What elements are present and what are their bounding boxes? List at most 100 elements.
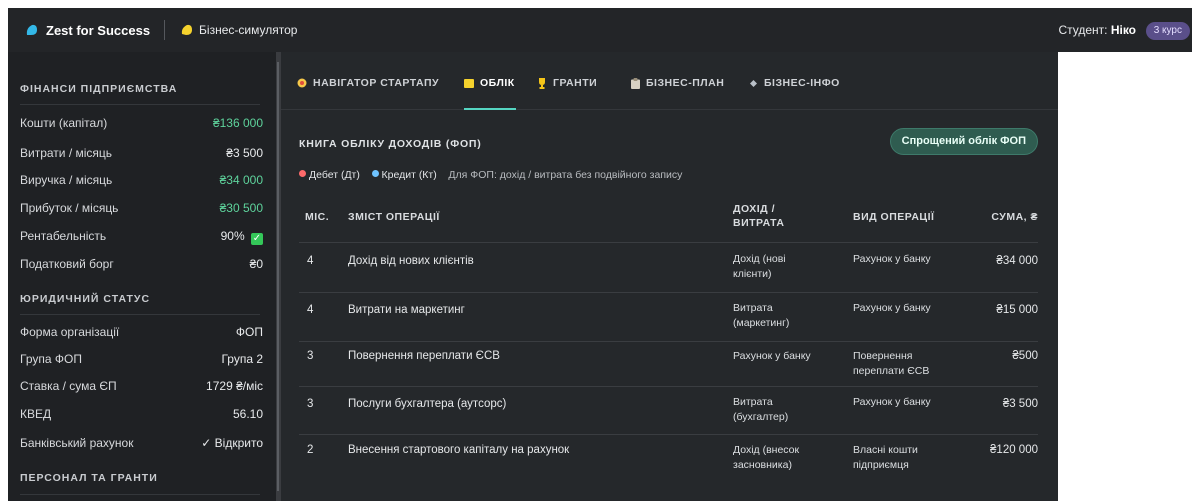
cell-income-line1: Дохід (нові [733,253,786,265]
tab-label: ОБЛІК [480,77,515,89]
row-value: ₴3 500 [226,146,263,160]
tab-grants[interactable]: ГРАНТИ [537,74,597,92]
cell-income-line1: Дохід (внесок [733,444,800,456]
check-icon: ✓ [251,233,263,245]
row-label: Ставка / сума ЄП [20,379,117,393]
legal-row-form: Форма організації ФОП [20,325,263,345]
row-value: 56.10 [232,407,263,421]
credit-dot-icon [371,170,379,177]
row-value: ✓ Відкрито [201,436,263,450]
tab-ledger[interactable]: ОБЛІК [464,74,515,92]
blank-area [1058,52,1192,501]
cell-type-line1: Рахунок у банку [853,396,931,408]
active-tab-indicator [464,108,516,110]
clipboard-icon [631,77,640,89]
cell-operation-type: Рахунок у банку [853,252,931,267]
cell-amount: ₴15 000 [996,304,1038,316]
ledger-legend: Дебет (Дт) Кредит (Кт) Для ФОП: дохід / … [299,169,682,181]
cell-operation-type: Рахунок у банку [853,395,931,410]
row-value: ₴34 000 [219,173,263,187]
tab-bar: НАВІГАТОР СТАРТАПУ ОБЛІК ГРАНТИ БІЗНЕС-П… [281,52,1058,110]
cell-month: 3 [307,398,314,410]
row-label: Податковий борг [20,257,114,271]
cell-amount: ₴500 [1012,350,1038,362]
section-divider [20,494,260,495]
row-label: Рентабельність [20,229,107,243]
cell-month: 3 [307,350,314,362]
cell-month: 4 [307,304,314,316]
row-label: Виручка / місяць [20,173,113,187]
lemon-icon [181,24,193,35]
col-income-expense: ДОХІД / ВИТРАТА [733,202,785,230]
app-window: Zest for Success Бізнес-симулятор Студен… [0,0,1192,501]
col-month: МІС. [305,211,330,223]
table-row[interactable]: 4 Дохід від нових клієнтів Дохід (нові к… [281,244,1058,292]
legal-row-kved: КВЕД 56.10 [20,407,263,427]
tab-startup-navigator[interactable]: НАВІГАТОР СТАРТАПУ [297,74,439,92]
table-row[interactable]: 3 Послуги бухгалтера (аутсорс) Витрата (… [281,387,1058,435]
cell-income-line2: клієнти) [733,268,772,280]
cell-type-line1: Рахунок у банку [853,302,931,314]
row-value: 90% [220,229,245,243]
cell-month: 2 [307,444,314,456]
cell-operation-type: Власні кошти підприємця [853,443,918,473]
cell-type-line2: підприємця [853,459,909,471]
tab-business-info[interactable]: БІЗНЕС-ІНФО [749,74,840,92]
table-row[interactable]: 2 Внесення стартового капіталу на рахуно… [281,435,1058,483]
row-label: Прибуток / місяць [20,201,119,215]
ledger-icon [464,79,474,88]
finance-row-revenue: Виручка / місяць ₴34 000 [20,173,263,193]
brand[interactable]: Zest for Success [25,23,150,38]
app-name: Бізнес-симулятор [199,23,298,37]
col-income-line1: ДОХІД / [733,203,775,215]
finance-row-capital: Кошти (капітал) ₴136 000 [20,116,263,136]
row-label: Група ФОП [20,352,82,366]
table-row[interactable]: 3 Повернення переплати ЄСВ Рахунок у бан… [281,341,1058,389]
legal-row-group: Група ФОП Група 2 [20,352,263,372]
header-divider [164,20,166,40]
finance-row-tax-debt: Податковий борг ₴0 [20,257,263,277]
cell-type-line2: переплати ЄСВ [853,365,930,377]
cell-income-expense: Витрата (маркетинг) [733,301,789,331]
tab-label: НАВІГАТОР СТАРТАПУ [313,77,440,89]
student-info: Студент: Ніко [1058,23,1136,37]
ledger-table-header: МІС. ЗМІСТ ОПЕРАЦІЇ ДОХІД / ВИТРАТА ВИД … [281,192,1058,242]
simplified-accounting-button[interactable]: Спрощений облік ФОП [889,128,1038,155]
student-label: Студент: [1058,23,1108,37]
legend-debit: Дебет (Дт) [309,169,360,181]
row-label: Банківський рахунок [20,436,134,450]
cell-operation-type: Повернення переплати ЄСВ [853,349,929,379]
legal-row-tax-rate: Ставка / сума ЄП 1729 ₴/міс [20,379,263,399]
ledger-title: КНИГА ОБЛІКУ ДОХОДІВ (ФОП) [299,138,482,150]
sidebar: ФІНАНСИ ПІДПРИЄМСТВА Кошти (капітал) ₴13… [8,52,276,501]
target-icon [297,78,307,88]
tab-label: БІЗНЕС-ПЛАН [646,77,725,89]
section-divider [20,314,260,315]
cell-income-expense: Дохід (нові клієнти) [733,252,786,282]
row-value: ₴0 [249,257,263,271]
cell-operation-type: Рахунок у банку [853,301,931,316]
row-label: КВЕД [20,407,52,421]
row-label: Форма організації [20,325,120,339]
table-divider [299,242,1038,243]
row-label: Кошти (капітал) [20,116,108,130]
row-value: Група 2 [221,352,263,366]
cell-content: Витрати на маркетинг [348,304,465,316]
debit-dot-icon [299,170,306,177]
legend-credit: Кредит (Кт) [381,169,437,181]
table-row[interactable]: 4 Витрати на маркетинг Витрата (маркетин… [281,293,1058,341]
cell-month: 4 [307,255,314,267]
finance-row-profit: Прибуток / місяць ₴30 500 [20,201,263,221]
lemon-logo-icon [26,24,37,35]
row-value: ₴136 000 [212,116,263,130]
trophy-icon [539,77,545,89]
finance-row-expenses: Витрати / місяць ₴3 500 [20,146,263,166]
row-value: ФОП [235,325,263,339]
cell-income-line1: Витрата [733,302,773,314]
cell-content: Повернення переплати ЄСВ [348,350,500,362]
tab-label: БІЗНЕС-ІНФО [764,77,840,89]
cell-income-line2: (бухгалтер) [733,411,789,423]
tab-business-plan[interactable]: БІЗНЕС-ПЛАН [631,74,724,92]
legal-section-title: ЮРИДИЧНИЙ СТАТУС [20,293,151,305]
cell-type-line1: Рахунок у банку [853,253,931,265]
